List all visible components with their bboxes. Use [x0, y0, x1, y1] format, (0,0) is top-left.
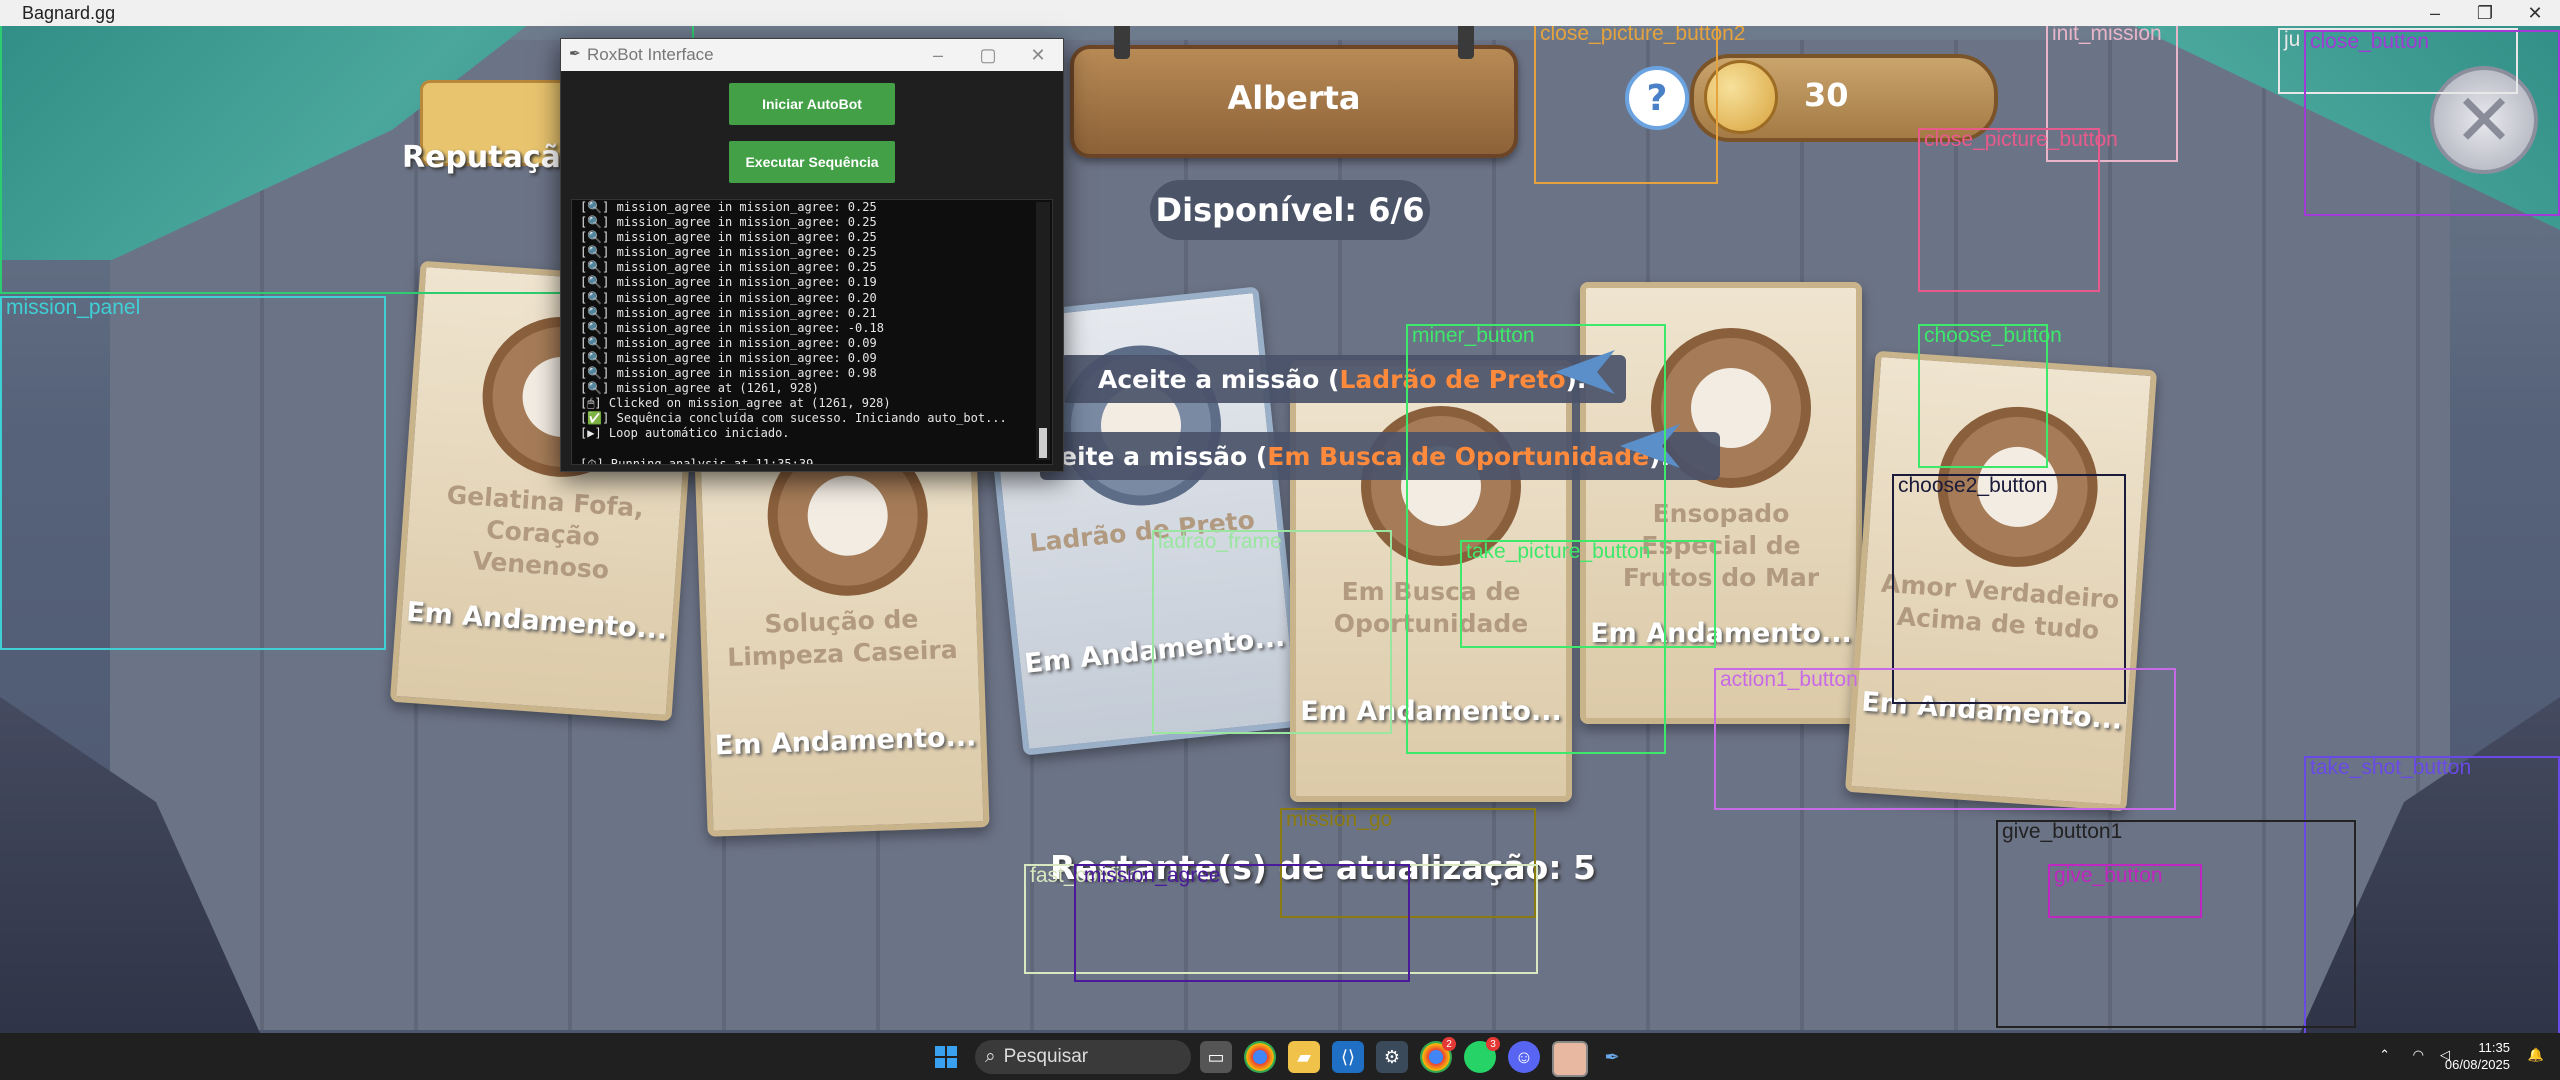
mission-name-highlight: Ladrão de Preto	[1339, 364, 1566, 394]
log-line: [🔍] mission_agree at (1261, 928)	[580, 381, 819, 396]
main-window-titlebar: Bagnard.gg – ❐ ✕	[0, 0, 2560, 26]
roxbot-titlebar: ✒ RoxBot Interface – ▢ ✕	[561, 39, 1063, 71]
log-line: [🔍] mission_agree in mission_agree: -0.1…	[580, 320, 884, 335]
mission-card-title: Ladrão de Preto	[1028, 505, 1257, 558]
notifications-bell-icon[interactable]: 🔔	[2528, 1047, 2544, 1063]
search-icon: ⌕	[985, 1046, 996, 1067]
coin-counter: 30	[1690, 54, 1998, 142]
wifi-icon[interactable]: ◠	[2413, 1047, 2424, 1063]
log-scrollbar[interactable]	[1036, 202, 1050, 460]
log-line: [🔍] mission_agree in mission_agree: 0.25	[580, 230, 877, 245]
mission-card[interactable]: Amor Verdadeiro Acima de tudo Em Andamen…	[1844, 350, 2158, 812]
game-app-icon[interactable]	[1552, 1041, 1588, 1077]
mission-card-status: Em Andamento...	[1860, 686, 2124, 736]
maximize-icon[interactable]: ❐	[2460, 0, 2510, 26]
start-autobot-button[interactable]: Iniciar AutoBot	[729, 83, 895, 125]
mission-card-title: Gelatina Fofa, Coração Venenoso	[445, 480, 645, 585]
clock[interactable]: 11:35 06/08/2025	[2445, 1039, 2510, 1073]
search-placeholder: Pesquisar	[1003, 1046, 1089, 1067]
log-output[interactable]: [🔍] mission_agree in mission_agree: 0.25…	[571, 199, 1053, 465]
log-line: [🔍] mission_agree in mission_agree: 0.20	[580, 290, 877, 305]
mission-card-status: Em Andamento...	[1022, 621, 1287, 680]
mission-card-status: Em Andamento...	[714, 721, 977, 762]
mission-card-status: Em Andamento...	[1300, 696, 1562, 727]
refresh-remaining: Restante(s) de atualização: 5	[1050, 848, 1596, 887]
mission-card-status: Em Andamento...	[405, 596, 669, 646]
minimize-icon[interactable]: –	[913, 39, 963, 71]
mission-accept-message: eite a missão (Em Busca de Oportunidade)…	[1040, 432, 1721, 480]
windows-start-icon[interactable]	[930, 1041, 962, 1073]
mission-card-title: Amor Verdadeiro Acima de tudo	[1880, 568, 2121, 645]
chrome-icon[interactable]	[1244, 1041, 1276, 1073]
clock-time: 11:35	[2478, 1040, 2510, 1055]
help-button[interactable]: ?	[1625, 66, 1689, 130]
coin-count: 30	[1804, 76, 1849, 114]
taskbar: ⌕ Pesquisar ▭ ▰ ⟨⟩ ⚙ 2 3 ☺ ✒ ⌃ ◠ ◁ 11:35…	[0, 1033, 2560, 1080]
close-icon[interactable]: ✕	[1013, 39, 1063, 71]
maximize-icon[interactable]: ▢	[963, 39, 1013, 71]
close-icon[interactable]: ✕	[2430, 66, 2538, 174]
run-sequence-button[interactable]: Executar Sequência	[729, 141, 895, 183]
mission-card-status: Em Andamento...	[1590, 618, 1852, 649]
log-line: [🔍] mission_agree in mission_agree: 0.25	[580, 200, 877, 214]
log-line: [🔍] mission_agree in mission_agree: 0.19	[580, 275, 877, 290]
chat-bubble-icon	[1932, 401, 2103, 573]
mission-card[interactable]: Ensopado Especial de Frutos do Mar Em An…	[1580, 282, 1862, 724]
close-icon[interactable]: ✕	[2510, 0, 2560, 26]
game-window: Reputação c Alberta Disponível: 6/6 ? 30…	[0, 0, 2560, 1033]
log-line: [🔍] mission_agree in mission_agree: 0.09	[580, 350, 877, 365]
mission-card-title: Em Busca de Oportunidade	[1333, 577, 1529, 638]
log-line: [🖱] Clicked on mission_agree at (1261, 9…	[580, 396, 891, 411]
log-line: [🔍] mission_agree in mission_agree: 0.21	[580, 305, 877, 320]
mission-card-title: Solução de Limpeza Caseira	[726, 604, 959, 672]
file-explorer-icon[interactable]: ▰	[1288, 1041, 1320, 1073]
mission-card-title: Ensopado Especial de Frutos do Mar	[1622, 499, 1820, 592]
notification-badge: 2	[1442, 1037, 1456, 1051]
roxbot-window: ✒ RoxBot Interface – ▢ ✕ Iniciar AutoBot…	[560, 38, 1064, 472]
roxbot-title: RoxBot Interface	[587, 45, 714, 64]
log-line: [🔍] mission_agree in mission_agree: 0.98	[580, 366, 877, 381]
log-line: [⏱] Running analysis at 11:35:39	[580, 456, 814, 465]
log-line: [🔍] mission_agree in mission_agree: 0.25	[580, 245, 877, 260]
mission-accept-message: Aceite a missão (Ladrão de Preto).	[1060, 355, 1627, 403]
mission-card[interactable]: Em Busca de Oportunidade Em Andamento...	[1290, 360, 1572, 802]
log-line: [✅] Sequência concluída com sucesso. Ini…	[580, 411, 1007, 426]
feather-app-icon[interactable]: ✒	[1596, 1041, 1628, 1073]
discord-icon[interactable]: ☺	[1508, 1041, 1540, 1073]
log-line: [▶] Loop automático iniciado.	[580, 426, 790, 441]
vscode-icon[interactable]: ⟨⟩	[1332, 1041, 1364, 1073]
minimize-icon[interactable]: –	[2410, 0, 2460, 26]
mission-name-highlight: Em Busca de Oportunidade	[1267, 441, 1650, 471]
task-view-icon[interactable]: ▭	[1200, 1041, 1232, 1073]
log-line: [🔍] mission_agree in mission_agree: 0.25	[580, 215, 877, 230]
log-lines: [🔍] mission_agree in mission_agree: 0.25…	[580, 200, 1028, 465]
character-name-board: Alberta	[1070, 4, 1518, 158]
chrome-profile-icon[interactable]: 2	[1420, 1037, 1456, 1073]
notification-badge: 3	[1486, 1037, 1500, 1051]
clock-date: 06/08/2025	[2444, 1057, 2510, 1072]
settings-icon[interactable]: ⚙	[1376, 1041, 1408, 1073]
feather-icon: ✒	[569, 45, 581, 61]
taskbar-search[interactable]: ⌕ Pesquisar	[975, 1040, 1191, 1074]
window-title: Bagnard.gg	[22, 3, 116, 23]
chat-bubble-icon	[1361, 406, 1521, 566]
chevron-up-icon[interactable]: ⌃	[2379, 1047, 2390, 1063]
log-line: [🔍] mission_agree in mission_agree: 0.25	[580, 260, 877, 275]
character-name: Alberta	[1227, 79, 1361, 117]
whatsapp-icon[interactable]: 3	[1464, 1037, 1500, 1073]
coin-icon	[1704, 60, 1778, 134]
log-line: [🔍] mission_agree in mission_agree: 0.09	[580, 335, 877, 350]
available-count: Disponível: 6/6	[1150, 180, 1430, 240]
